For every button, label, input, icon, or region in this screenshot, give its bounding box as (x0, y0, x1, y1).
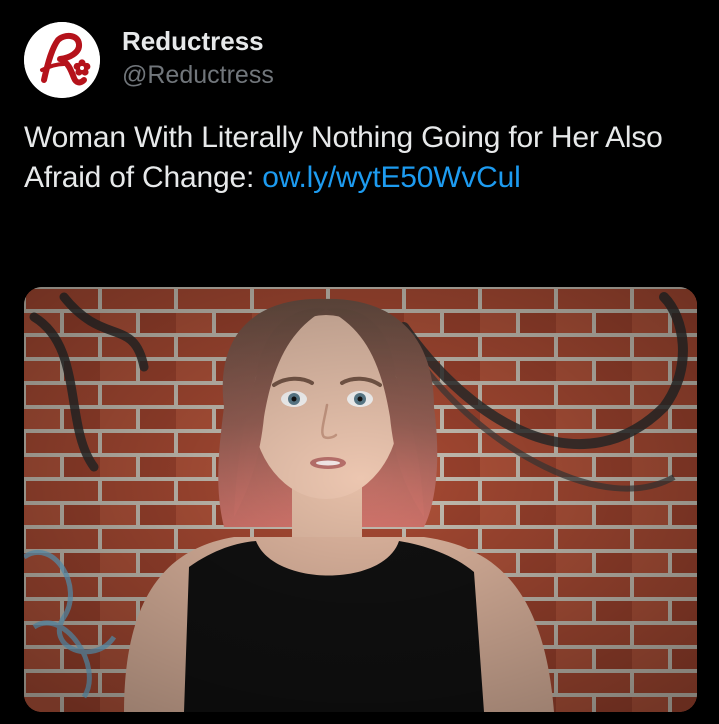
tweet-media-photo[interactable] (24, 287, 697, 712)
reductress-logo-icon[interactable] (24, 22, 100, 98)
photo-woman-brick-wall (24, 287, 697, 712)
tweet-text: Woman With Literally Nothing Going for H… (24, 118, 664, 198)
tweet-link[interactable]: ow.ly/wytE50WvCul (262, 161, 521, 194)
display-name[interactable]: Reductress (122, 26, 274, 56)
handle[interactable]: @Reductress (122, 60, 274, 90)
tweet: Reductress @Reductress Woman With Litera… (0, 0, 719, 724)
author-block: Reductress @Reductress (122, 26, 274, 90)
